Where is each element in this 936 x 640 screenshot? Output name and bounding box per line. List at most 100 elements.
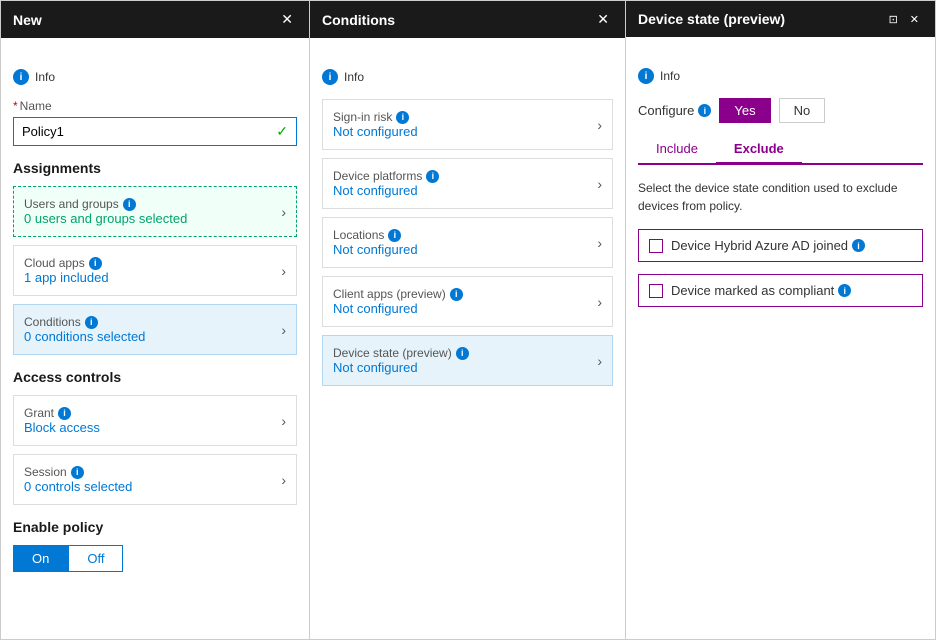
sign-in-risk-value: Not configured	[333, 124, 418, 139]
device-state-content: Device state (preview) i Not configured	[333, 346, 469, 375]
conditions-label: Conditions i	[24, 315, 145, 329]
conditions-item[interactable]: Conditions i 0 conditions selected ›	[13, 304, 297, 355]
session-info-icon: i	[71, 466, 84, 479]
toggle-group: On Off	[13, 545, 297, 572]
new-panel-title: New	[13, 12, 42, 28]
cloud-apps-content: Cloud apps i 1 app included	[24, 256, 109, 285]
conditions-panel-close[interactable]: ✕	[593, 9, 613, 30]
configure-no-button[interactable]: No	[779, 98, 826, 123]
conditions-info-bar: i Info	[322, 69, 613, 85]
client-apps-chevron: ›	[597, 294, 602, 310]
device-state-panel-title: Device state (preview)	[638, 11, 785, 27]
client-apps-value: Not configured	[333, 301, 463, 316]
watermark-left: CramKey CramKey CramKey CramKey CramKey …	[13, 48, 297, 69]
client-apps-info-icon: i	[450, 288, 463, 301]
name-field-group: *Name Policy1 ✓	[13, 99, 297, 146]
sign-in-risk-content: Sign-in risk i Not configured	[333, 110, 418, 139]
device-platforms-chevron: ›	[597, 176, 602, 192]
configure-info-icon: i	[698, 104, 711, 117]
locations-label: Locations i	[333, 228, 418, 242]
locations-content: Locations i Not configured	[333, 228, 418, 257]
tab-include[interactable]: Include	[638, 135, 716, 163]
sign-in-risk-label: Sign-in risk i	[333, 110, 418, 124]
device-platforms-content: Device platforms i Not configured	[333, 169, 439, 198]
cloud-apps-item[interactable]: Cloud apps i 1 app included ›	[13, 245, 297, 296]
device-state-info-bar: i Info	[638, 68, 923, 84]
client-apps-item[interactable]: Client apps (preview) i Not configured ›	[322, 276, 613, 327]
info-icon-right: i	[638, 68, 654, 84]
grant-value: Block access	[24, 420, 100, 435]
conditions-info-text: Info	[344, 70, 364, 84]
configure-row: Configure i Yes No	[638, 98, 923, 123]
exclude-description: Select the device state condition used t…	[638, 179, 923, 215]
tab-exclude[interactable]: Exclude	[716, 135, 802, 165]
device-platforms-label: Device platforms i	[333, 169, 439, 183]
conditions-content: Conditions i 0 conditions selected	[24, 315, 145, 344]
info-icon-middle: i	[322, 69, 338, 85]
session-content: Session i 0 controls selected	[24, 465, 132, 494]
sign-in-risk-chevron: ›	[597, 117, 602, 133]
new-panel: New ✕ CramKey CramKey CramKey CramKey Cr…	[0, 0, 310, 640]
users-groups-chevron: ›	[281, 204, 286, 220]
toggle-on-button[interactable]: On	[13, 545, 68, 572]
device-platforms-item[interactable]: Device platforms i Not configured ›	[322, 158, 613, 209]
conditions-panel-header: Conditions ✕	[310, 1, 625, 38]
device-state-panel: Device state (preview) ⊡ ✕ CramKey CramK…	[626, 0, 936, 640]
conditions-info-icon: i	[85, 316, 98, 329]
new-panel-body: CramKey CramKey CramKey CramKey CramKey …	[1, 38, 309, 639]
name-input[interactable]: Policy1 ✓	[13, 117, 297, 146]
users-groups-content: Users and groups i 0 users and groups se…	[24, 197, 187, 226]
device-hybrid-label: Device Hybrid Azure AD joined i	[671, 238, 865, 253]
users-groups-item[interactable]: Users and groups i 0 users and groups se…	[13, 186, 297, 237]
locations-value: Not configured	[333, 242, 418, 257]
device-compliant-checkbox-row[interactable]: Device marked as compliant i	[638, 274, 923, 307]
restore-button[interactable]: ⊡	[885, 11, 902, 28]
users-groups-label: Users and groups i	[24, 197, 187, 211]
new-panel-close[interactable]: ✕	[277, 9, 297, 30]
device-platforms-info-icon: i	[426, 170, 439, 183]
session-label: Session i	[24, 465, 132, 479]
session-value: 0 controls selected	[24, 479, 132, 494]
device-state-close-button[interactable]: ✕	[906, 11, 923, 28]
device-hybrid-checkbox-row[interactable]: Device Hybrid Azure AD joined i	[638, 229, 923, 262]
device-platforms-value: Not configured	[333, 183, 439, 198]
cloud-apps-value: 1 app included	[24, 270, 109, 285]
access-controls-title: Access controls	[13, 369, 297, 385]
device-state-item[interactable]: Device state (preview) i Not configured …	[322, 335, 613, 386]
session-chevron: ›	[281, 472, 286, 488]
device-state-label: Device state (preview) i	[333, 346, 469, 360]
sign-in-risk-info-icon: i	[396, 111, 409, 124]
client-apps-content: Client apps (preview) i Not configured	[333, 287, 463, 316]
cloud-apps-chevron: ›	[281, 263, 286, 279]
locations-info-icon: i	[388, 229, 401, 242]
conditions-value: 0 conditions selected	[24, 329, 145, 344]
grant-item[interactable]: Grant i Block access ›	[13, 395, 297, 446]
locations-item[interactable]: Locations i Not configured ›	[322, 217, 613, 268]
enable-policy-section: Enable policy On Off	[13, 519, 297, 572]
conditions-chevron: ›	[281, 322, 286, 338]
name-label: *Name	[13, 99, 297, 113]
device-state-info-text: Info	[660, 69, 680, 83]
client-apps-label: Client apps (preview) i	[333, 287, 463, 301]
device-compliant-label: Device marked as compliant i	[671, 283, 851, 298]
device-state-chevron: ›	[597, 353, 602, 369]
conditions-panel-title: Conditions	[322, 12, 395, 28]
check-icon: ✓	[276, 123, 288, 140]
new-info-text: Info	[35, 70, 55, 84]
info-icon-left: i	[13, 69, 29, 85]
toggle-off-button[interactable]: Off	[68, 545, 123, 572]
configure-yes-button[interactable]: Yes	[719, 98, 770, 123]
configure-label: Configure i	[638, 103, 711, 118]
device-compliant-checkbox[interactable]	[649, 284, 663, 298]
assignments-title: Assignments	[13, 160, 297, 176]
device-hybrid-checkbox[interactable]	[649, 239, 663, 253]
session-item[interactable]: Session i 0 controls selected ›	[13, 454, 297, 505]
cloud-apps-info-icon: i	[89, 257, 102, 270]
new-panel-header: New ✕	[1, 1, 309, 38]
sign-in-risk-item[interactable]: Sign-in risk i Not configured ›	[322, 99, 613, 150]
users-groups-value: 0 users and groups selected	[24, 211, 187, 226]
device-compliant-info-icon: i	[838, 284, 851, 297]
watermark-right: CramKey CramKey CramKey CramKey CramKey …	[638, 47, 923, 68]
watermark-middle: CramKey CramKey CramKey CramKey CramKey …	[322, 48, 613, 69]
device-state-panel-body: CramKey CramKey CramKey CramKey CramKey …	[626, 37, 935, 639]
